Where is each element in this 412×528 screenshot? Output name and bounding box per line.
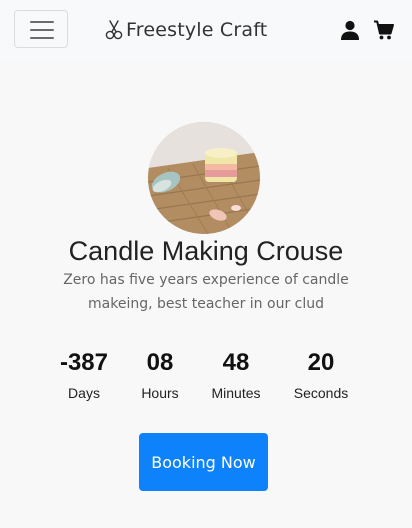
- menu-toggle-button[interactable]: [14, 10, 68, 48]
- countdown-minutes-label: Minutes: [211, 385, 261, 401]
- hamburger-menu-icon: [30, 21, 54, 23]
- course-description: Zero has five years experience of candle…: [63, 272, 349, 312]
- user-icon[interactable]: [340, 20, 360, 40]
- cart-icon[interactable]: [373, 19, 395, 41]
- scissors-icon: [105, 20, 123, 40]
- countdown-minutes-value: 48: [222, 349, 250, 376]
- countdown-seconds: 20 Seconds: [276, 348, 366, 402]
- course-title: Candle Making Crouse: [68, 236, 344, 266]
- booking-now-button[interactable]: Booking Now: [139, 433, 268, 491]
- brand-link[interactable]: Freestyle Craft: [104, 17, 267, 43]
- countdown-seconds-value: 20: [307, 349, 335, 376]
- countdown-seconds-label: Seconds: [293, 385, 349, 401]
- brand-name: Freestyle Craft: [126, 19, 268, 41]
- navbar: Freestyle Craft: [0, 0, 412, 60]
- course-image: [148, 122, 260, 234]
- countdown-minutes: 48 Minutes: [191, 348, 281, 402]
- countdown-timer: -387 Days 08 Hours 48 Minutes 20 Seconds: [0, 348, 412, 408]
